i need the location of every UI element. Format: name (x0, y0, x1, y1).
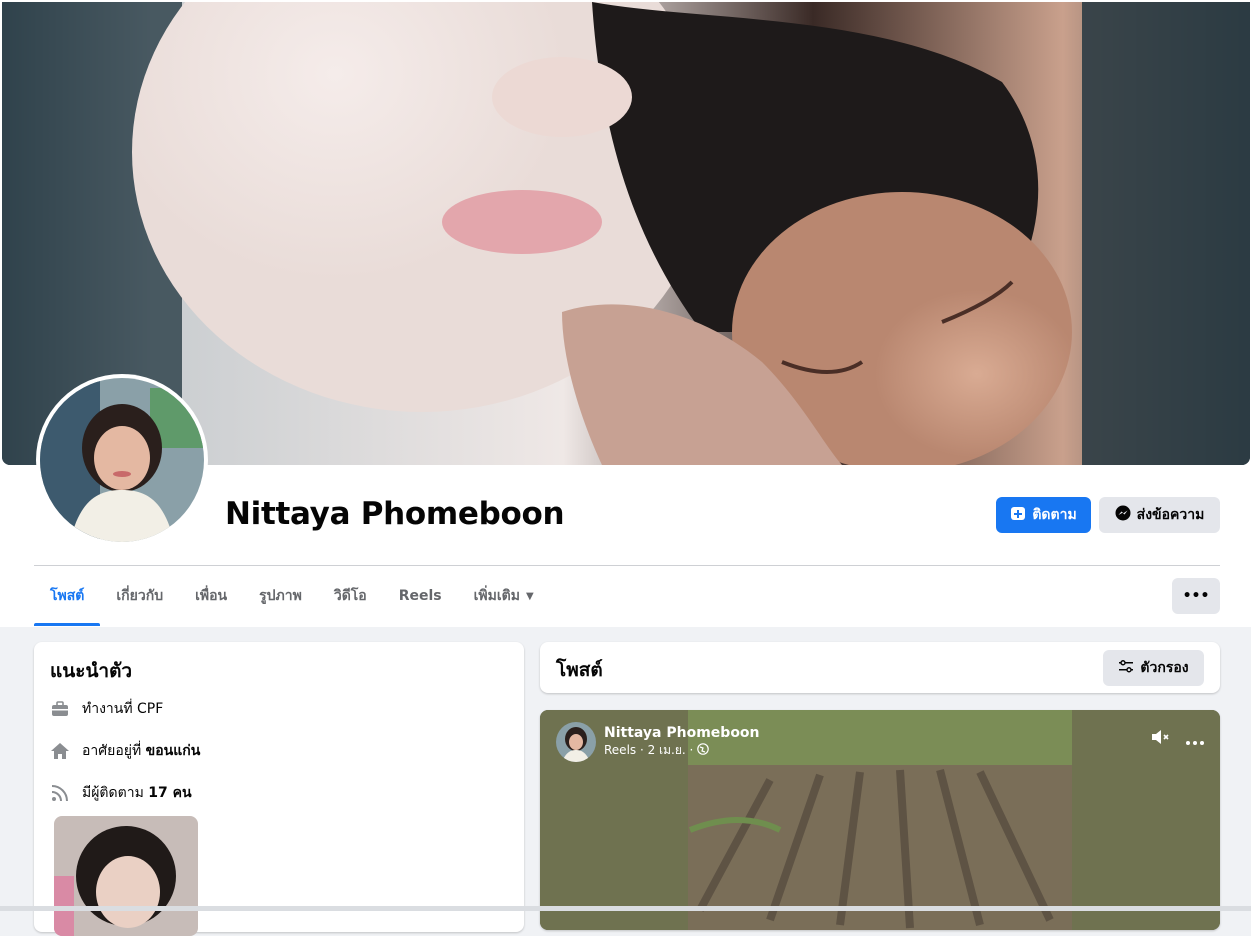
profile-header: Nittaya Phomeboon ติดตาม ส่งข้อความ โพสต… (0, 0, 1251, 627)
speaker-muted-icon[interactable] (1150, 728, 1172, 750)
follow-button[interactable]: ติดตาม (996, 497, 1091, 533)
message-label: ส่งข้อความ (1136, 507, 1205, 523)
intro-work: ทำงานที่ CPF (50, 698, 163, 720)
followers-count[interactable]: 17 คน (148, 785, 191, 801)
posts-title: โพสต์ (556, 659, 603, 681)
message-button[interactable]: ส่งข้อความ (1099, 497, 1220, 533)
reel-post[interactable]: Nittaya Phomeboon Reels · 2 เม.ย. · (540, 710, 1220, 930)
follow-label: ติดตาม (1032, 507, 1077, 523)
filter-label: ตัวกรอง (1140, 660, 1189, 676)
more-icon[interactable] (1186, 730, 1204, 749)
reel-meta: Reels · 2 เม.ย. · (604, 742, 694, 757)
caret-down-icon: ▼ (525, 590, 534, 602)
avatar[interactable] (556, 722, 596, 762)
home-icon (50, 741, 70, 761)
rss-icon (50, 783, 70, 803)
tab-videos[interactable]: วิดีโอ (318, 566, 383, 626)
lives-place[interactable]: ขอนแก่น (146, 743, 201, 759)
profile-tabs: โพสต์ เกี่ยวกับ เพื่อน รูปภาพ วิดีโอ Ree… (34, 566, 550, 626)
tab-reels[interactable]: Reels (383, 566, 458, 626)
messenger-icon (1115, 505, 1131, 525)
sliders-icon (1118, 658, 1134, 678)
horizontal-scrollbar[interactable] (0, 906, 1251, 911)
globe-icon (697, 742, 710, 758)
profile-name: Nittaya Phomeboon (225, 496, 565, 532)
profile-avatar[interactable] (36, 374, 208, 546)
tab-about[interactable]: เกี่ยวกับ (100, 566, 179, 626)
tab-friends[interactable]: เพื่อน (179, 566, 243, 626)
add-friend-icon (1010, 505, 1026, 525)
intro-title: แนะนำตัว (50, 660, 133, 682)
intro-followers: มีผู้ติดตาม 17 คน (50, 782, 192, 804)
intro-card: แนะนำตัว ทำงานที่ CPF อาศัยอยู่ที่ ขอนแก… (34, 642, 524, 936)
briefcase-icon (50, 699, 70, 719)
cover-photo[interactable] (2, 2, 1250, 465)
intro-lives: อาศัยอยู่ที่ ขอนแก่น (50, 740, 200, 762)
more-options-button[interactable]: ••• (1172, 578, 1220, 614)
posts-header: โพสต์ ตัวกรอง (540, 642, 1220, 693)
tab-more[interactable]: เพิ่มเติม ▼ (458, 566, 550, 626)
filter-button[interactable]: ตัวกรอง (1103, 650, 1204, 686)
tab-photos[interactable]: รูปภาพ (243, 566, 318, 626)
featured-photo[interactable] (54, 816, 198, 936)
tab-posts[interactable]: โพสต์ (34, 566, 101, 626)
reel-author-name[interactable]: Nittaya Phomeboon (604, 725, 760, 741)
reel-author: Nittaya Phomeboon Reels · 2 เม.ย. · (556, 722, 760, 762)
